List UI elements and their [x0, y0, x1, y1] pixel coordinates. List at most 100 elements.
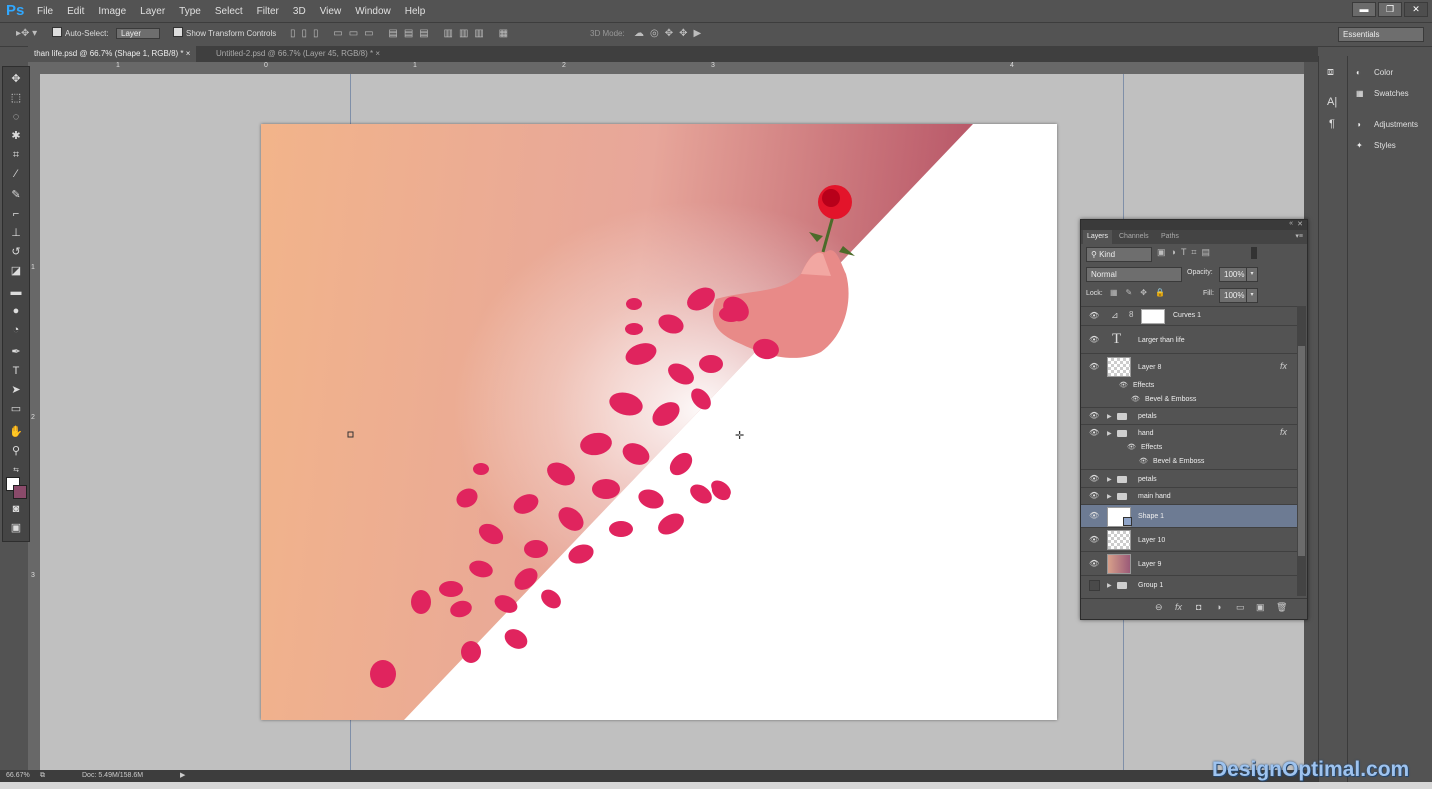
new-adjustment-icon[interactable]: ◑ [1216, 602, 1221, 612]
dock-color[interactable]: ◐ Color [1356, 65, 1393, 81]
healing-brush-icon[interactable]: ✎ [7, 187, 25, 203]
layer-10[interactable]: 👁 Layer 10 [1081, 527, 1297, 552]
history-brush-icon[interactable]: ↺ [7, 244, 25, 260]
fx-icon[interactable]: fx [1280, 361, 1287, 371]
menu-layer[interactable]: Layer [140, 6, 165, 17]
visibility-eye-icon[interactable]: 👁 [1089, 511, 1099, 520]
shape-tool-icon[interactable]: ▭ [7, 401, 25, 417]
visibility-off-box[interactable] [1089, 580, 1100, 591]
lasso-tool-icon[interactable]: ◌ [7, 109, 25, 125]
new-group-icon[interactable]: ▭ [1236, 602, 1245, 613]
add-style-icon[interactable]: fx [1175, 602, 1182, 612]
visibility-eye-icon[interactable]: 👁 [1089, 559, 1099, 568]
menu-file[interactable]: File [37, 6, 53, 17]
expand-triangle-icon[interactable]: ▶ [1107, 476, 1112, 483]
workspace-dropdown[interactable]: Essentials [1338, 27, 1424, 42]
visibility-eye-icon[interactable]: 👁 [1089, 311, 1099, 320]
visibility-eye-icon[interactable]: 👁 [1089, 474, 1099, 483]
opacity-dropdown-icon[interactable]: ▾ [1246, 267, 1258, 282]
layer-petals-1[interactable]: 👁 ▶ petals [1081, 407, 1297, 425]
layers-panel-titlebar[interactable]: « ✕ [1081, 220, 1307, 230]
visibility-eye-icon[interactable]: 👁 [1089, 491, 1099, 500]
visibility-eye-icon[interactable]: 👁 [1089, 335, 1099, 344]
background-color-swatch[interactable] [13, 485, 27, 499]
history-icon[interactable]: ⧈ [1327, 66, 1334, 79]
auto-select-dropdown[interactable]: Layer [116, 27, 161, 41]
layer-8-effects[interactable]: 👁 Effects [1081, 379, 1297, 393]
tab-close-icon[interactable]: × [375, 49, 380, 58]
show-transform-checkbox[interactable]: Show Transform Controls [173, 27, 276, 41]
layer-9[interactable]: 👁 Layer 9 [1081, 551, 1297, 576]
path-selection-icon[interactable]: ➤ [7, 382, 25, 398]
layer-8[interactable]: 👁 Layer 8 fx [1081, 353, 1297, 380]
status-arrow-icon[interactable]: ▶ [180, 770, 185, 782]
panel-menu-icon[interactable]: ▾≡ [1295, 232, 1303, 240]
effect-eye-icon[interactable]: 👁 [1127, 443, 1136, 451]
menu-help[interactable]: Help [405, 6, 426, 17]
menu-window[interactable]: Window [355, 6, 391, 17]
tab-close-icon[interactable]: × [186, 49, 191, 58]
tab-channels[interactable]: Channels [1115, 230, 1153, 244]
move-tool-preset-icon[interactable]: ▸✥ ▾ [16, 27, 37, 41]
clone-stamp-icon[interactable]: ⊥ [7, 225, 25, 241]
effect-eye-icon[interactable]: 👁 [1131, 395, 1140, 403]
eraser-tool-icon[interactable]: ◪ [7, 263, 25, 279]
screen-mode-icon[interactable]: ▣ [7, 520, 25, 536]
dock-swatches[interactable]: ▦ Swatches [1356, 86, 1409, 102]
fx-icon[interactable]: fx [1280, 427, 1287, 437]
zoom-tool-icon[interactable]: ⚲ [7, 443, 25, 459]
type-tool-icon[interactable]: T [7, 363, 25, 379]
menu-view[interactable]: View [320, 6, 342, 17]
tab-larger-than-life[interactable]: than life.psd @ 66.7% (Shape 1, RGB/8) *… [28, 46, 197, 62]
collapse-icon[interactable]: « [1289, 220, 1293, 227]
visibility-eye-icon[interactable]: 👁 [1089, 411, 1099, 420]
menu-image[interactable]: Image [98, 6, 126, 17]
fill-input[interactable]: 100% [1219, 288, 1250, 303]
gradient-tool-icon[interactable]: ▬ [7, 284, 25, 300]
lock-icons[interactable]: ▦✎✥🔒 [1110, 288, 1173, 297]
status-icon[interactable]: ⧉ [40, 770, 45, 782]
filter-type-icons[interactable]: ▣◑T⌗▤ [1157, 247, 1215, 258]
layer-mask-thumbnail[interactable] [1141, 309, 1165, 324]
brush-tool-icon[interactable]: ⌐ [7, 206, 25, 222]
visibility-eye-icon[interactable]: 👁 [1089, 535, 1099, 544]
fill-dropdown-icon[interactable]: ▾ [1246, 288, 1258, 303]
tab-paths[interactable]: Paths [1157, 230, 1183, 244]
magic-wand-icon[interactable]: ✱ [7, 128, 25, 144]
dock-styles[interactable]: ✦ Styles [1356, 138, 1396, 154]
add-mask-icon[interactable]: ◘ [1196, 602, 1201, 612]
restore-button[interactable]: ❐ [1378, 2, 1402, 17]
close-button[interactable]: ✕ [1404, 2, 1428, 17]
layer-curves-1[interactable]: 👁 ⊿ 8 Curves 1 [1081, 306, 1297, 326]
align-icons[interactable]: ▯▯▯ ▭▭▭ ▤▤▤ ▥▥▥ ▦ [290, 27, 514, 41]
move-tool-icon[interactable]: ✥ [7, 71, 25, 87]
minimize-button[interactable]: ▬ [1352, 2, 1376, 17]
expand-triangle-icon[interactable]: ▶ [1107, 582, 1112, 589]
menu-edit[interactable]: Edit [67, 6, 84, 17]
visibility-eye-icon[interactable]: 👁 [1089, 428, 1099, 437]
auto-select-checkbox[interactable]: Auto-Select: [52, 27, 109, 41]
link-layers-icon[interactable]: ⊖ [1155, 602, 1163, 613]
layer-8-bevel[interactable]: 👁 Bevel & Emboss [1081, 393, 1297, 407]
blend-mode-dropdown[interactable]: Normal [1086, 267, 1182, 282]
hand-tool-icon[interactable]: ✋ [7, 424, 25, 440]
scrollbar-thumb[interactable] [1298, 346, 1305, 556]
layer-larger-than-life[interactable]: 👁 T Larger than life [1081, 325, 1297, 354]
menu-3d[interactable]: 3D [293, 6, 306, 17]
3d-mode-icons[interactable]: ☁◎✥✥▶ [634, 27, 707, 41]
dodge-tool-icon[interactable]: ◔ [7, 322, 25, 338]
eyedropper-tool-icon[interactable]: ⁄ [7, 166, 25, 182]
quick-mask-icon[interactable]: ◙ [7, 501, 25, 517]
expand-triangle-icon[interactable]: ▶ [1107, 430, 1112, 437]
menu-select[interactable]: Select [215, 6, 243, 17]
visibility-eye-icon[interactable]: 👁 [1089, 362, 1099, 371]
zoom-level[interactable]: 66.67% [6, 770, 30, 782]
effect-eye-icon[interactable]: 👁 [1139, 457, 1148, 465]
paragraph-icon[interactable]: ¶ [1329, 118, 1335, 130]
filter-kind-dropdown[interactable]: ⚲ Kind [1086, 247, 1152, 262]
hand-bevel[interactable]: 👁 Bevel & Emboss [1081, 455, 1297, 469]
hand-effects[interactable]: 👁 Effects [1081, 441, 1297, 455]
layer-shape-1[interactable]: 👁 Shape 1 [1081, 504, 1297, 528]
document-canvas[interactable]: ✛ [261, 124, 1057, 720]
new-layer-icon[interactable]: ▣ [1256, 602, 1265, 613]
